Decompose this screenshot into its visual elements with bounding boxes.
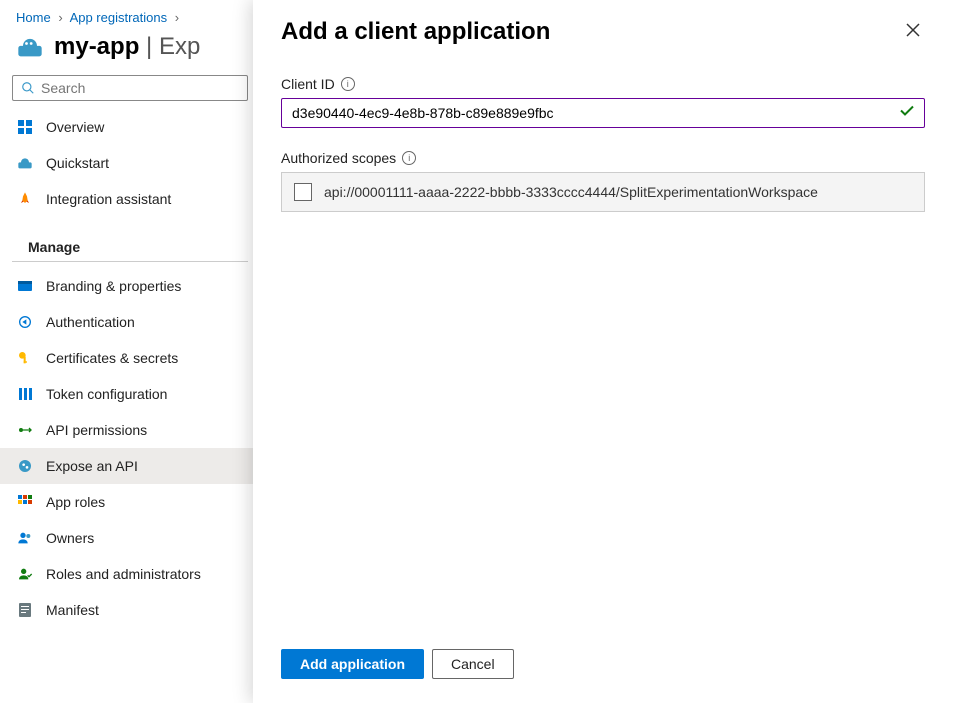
expose-api-icon xyxy=(16,457,34,475)
app-name: my-app xyxy=(54,33,139,60)
quickstart-icon xyxy=(16,154,34,172)
sidebar-item-integration[interactable]: Integration assistant xyxy=(0,181,260,217)
sidebar-item-expose-api[interactable]: Expose an API xyxy=(0,448,260,484)
sidebar-item-label: Quickstart xyxy=(46,155,109,171)
owners-icon xyxy=(16,529,34,547)
sidebar-item-label: Overview xyxy=(46,119,104,135)
sidebar-item-label: Authentication xyxy=(46,314,135,330)
sidebar-item-label: App roles xyxy=(46,494,105,510)
sidebar-item-label: Token configuration xyxy=(46,386,167,402)
sidebar-item-overview[interactable]: Overview xyxy=(0,109,260,145)
sidebar-item-token[interactable]: Token configuration xyxy=(0,376,260,412)
sidebar-item-label: Owners xyxy=(46,530,94,546)
sidebar-section-manage: Manage xyxy=(12,225,248,262)
add-client-app-panel: Add a client application Client ID i Aut… xyxy=(253,0,953,703)
add-application-button[interactable]: Add application xyxy=(281,649,424,679)
sidebar-item-label: Integration assistant xyxy=(46,191,171,207)
sidebar-item-api-permissions[interactable]: API permissions xyxy=(0,412,260,448)
info-icon[interactable]: i xyxy=(402,151,416,165)
breadcrumb-separator: › xyxy=(175,10,179,25)
close-button[interactable] xyxy=(901,18,925,45)
sidebar-item-certificates[interactable]: Certificates & secrets xyxy=(0,340,260,376)
sidebar-item-label: Roles and administrators xyxy=(46,566,201,582)
api-perm-icon xyxy=(16,421,34,439)
key-icon xyxy=(16,349,34,367)
sidebar-item-app-roles[interactable]: App roles xyxy=(0,484,260,520)
search-box[interactable] xyxy=(12,75,248,101)
page-section: Exp xyxy=(159,33,200,60)
scope-row: api://00001111-aaaa-2222-bbbb-3333cccc44… xyxy=(281,172,925,212)
sidebar-nav: Overview Quickstart Integration assistan… xyxy=(0,109,260,644)
sidebar-item-manifest[interactable]: Manifest xyxy=(0,592,260,628)
info-icon[interactable]: i xyxy=(341,77,355,91)
manifest-icon xyxy=(16,601,34,619)
cancel-button[interactable]: Cancel xyxy=(432,649,514,679)
roles-admin-icon xyxy=(16,565,34,583)
rocket-icon xyxy=(16,190,34,208)
check-icon xyxy=(899,103,915,124)
page-title-sep: | xyxy=(139,33,159,60)
client-id-input[interactable] xyxy=(281,98,925,128)
sidebar-item-roles-admin[interactable]: Roles and administrators xyxy=(0,556,260,592)
sidebar-item-label: Manifest xyxy=(46,602,99,618)
close-icon xyxy=(905,22,921,38)
sidebar-item-branding[interactable]: Branding & properties xyxy=(0,268,260,304)
scopes-label: Authorized scopes i xyxy=(281,150,925,166)
page-title: my-app | Exp xyxy=(54,33,200,61)
breadcrumb: Home › App registrations › xyxy=(0,0,260,31)
panel-title: Add a client application xyxy=(281,18,550,46)
app-roles-icon xyxy=(16,493,34,511)
breadcrumb-home[interactable]: Home xyxy=(16,10,51,25)
overview-icon xyxy=(16,118,34,136)
sidebar-item-label: API permissions xyxy=(46,422,147,438)
breadcrumb-separator: › xyxy=(58,10,62,25)
sidebar-item-quickstart[interactable]: Quickstart xyxy=(0,145,260,181)
branding-icon xyxy=(16,277,34,295)
breadcrumb-app-registrations[interactable]: App registrations xyxy=(70,10,168,25)
client-id-label: Client ID i xyxy=(281,76,925,92)
search-icon xyxy=(21,81,35,95)
app-icon xyxy=(16,33,44,61)
token-icon xyxy=(16,385,34,403)
sidebar-item-label: Certificates & secrets xyxy=(46,350,178,366)
sidebar-item-owners[interactable]: Owners xyxy=(0,520,260,556)
search-input[interactable] xyxy=(41,80,239,96)
page-title-row: my-app | Exp xyxy=(0,31,260,75)
scope-checkbox[interactable] xyxy=(294,183,312,201)
auth-icon xyxy=(16,313,34,331)
sidebar-item-label: Expose an API xyxy=(46,458,138,474)
scope-value: api://00001111-aaaa-2222-bbbb-3333cccc44… xyxy=(324,184,818,200)
sidebar-item-authentication[interactable]: Authentication xyxy=(0,304,260,340)
sidebar-item-label: Branding & properties xyxy=(46,278,181,294)
